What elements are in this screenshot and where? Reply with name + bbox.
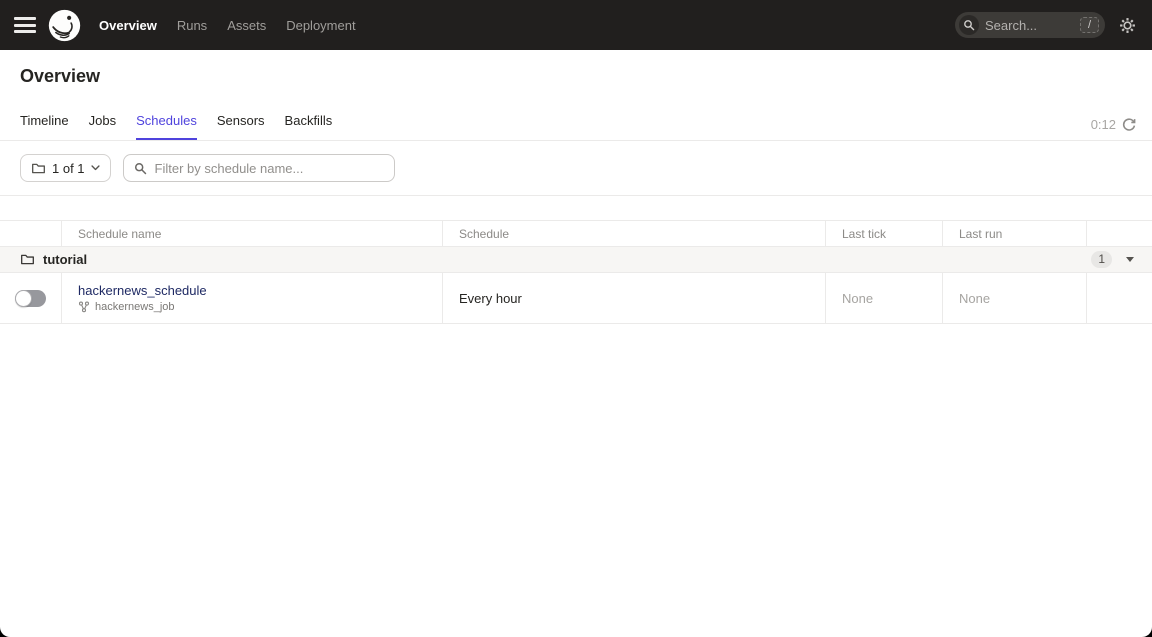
page-title: Overview bbox=[20, 66, 1152, 86]
chevron-down-icon bbox=[91, 165, 100, 171]
group-count-badge: 1 bbox=[1091, 251, 1112, 268]
refresh-countdown: 0:12 bbox=[1091, 117, 1116, 132]
last-run-cell: None bbox=[943, 273, 1087, 323]
nav-item-assets[interactable]: Assets bbox=[227, 18, 266, 33]
tab-timeline[interactable]: Timeline bbox=[20, 107, 69, 140]
code-location-selector[interactable]: 1 of 1 bbox=[20, 154, 111, 182]
primary-nav: Overview Runs Assets Deployment bbox=[99, 18, 356, 33]
settings-button[interactable] bbox=[1119, 17, 1136, 34]
auto-refresh-control: 0:12 bbox=[1091, 117, 1136, 140]
job-icon bbox=[78, 301, 90, 313]
search-shortcut-key: / bbox=[1080, 17, 1099, 33]
toggle-knob bbox=[15, 290, 32, 307]
group-name: tutorial bbox=[43, 252, 87, 267]
last-run-value: None bbox=[959, 291, 990, 306]
search-icon bbox=[959, 15, 979, 35]
schedule-filter bbox=[123, 154, 395, 182]
nav-item-overview[interactable]: Overview bbox=[99, 18, 157, 33]
tab-backfills[interactable]: Backfills bbox=[285, 107, 333, 140]
top-nav: Overview Runs Assets Deployment / bbox=[0, 0, 1152, 50]
schedule-filter-input[interactable] bbox=[153, 160, 384, 177]
schedules-table: Schedule name Schedule Last tick Last ru… bbox=[0, 220, 1152, 324]
gear-icon bbox=[1119, 17, 1136, 34]
menu-icon[interactable] bbox=[14, 17, 36, 33]
last-tick-cell: None bbox=[826, 273, 943, 323]
folder-icon bbox=[20, 252, 35, 267]
header-last-tick: Last tick bbox=[826, 221, 943, 246]
schedule-row: hackernews_schedule hackernews_job Every… bbox=[0, 273, 1152, 324]
tab-jobs[interactable]: Jobs bbox=[89, 107, 116, 140]
code-location-selector-label: 1 of 1 bbox=[52, 161, 85, 176]
header-toggle-column bbox=[0, 221, 62, 246]
nav-item-deployment[interactable]: Deployment bbox=[286, 18, 355, 33]
group-row-right: 1 bbox=[1091, 251, 1136, 268]
job-line: hackernews_job bbox=[78, 301, 175, 313]
folder-icon bbox=[31, 161, 46, 176]
group-row-tutorial[interactable]: tutorial 1 bbox=[0, 247, 1152, 273]
table-header-row: Schedule name Schedule Last tick Last ru… bbox=[0, 221, 1152, 247]
nav-right-group: / bbox=[955, 12, 1136, 38]
search-input[interactable] bbox=[979, 18, 1080, 33]
schedule-cron-value: Every hour bbox=[459, 291, 522, 306]
schedule-cron-cell: Every hour bbox=[443, 273, 826, 323]
group-collapse-button[interactable] bbox=[1124, 255, 1136, 264]
filter-toolbar: 1 of 1 bbox=[0, 141, 1152, 196]
header-actions-column bbox=[1087, 221, 1152, 246]
dagster-logo-icon[interactable] bbox=[48, 9, 81, 42]
last-tick-value: None bbox=[842, 291, 873, 306]
toggle-cell bbox=[0, 273, 62, 323]
schedule-name-cell: hackernews_schedule hackernews_job bbox=[62, 273, 443, 323]
header-last-run: Last run bbox=[943, 221, 1087, 246]
job-name-link[interactable]: hackernews_job bbox=[95, 301, 175, 313]
schedule-name-link[interactable]: hackernews_schedule bbox=[78, 283, 207, 298]
nav-item-runs[interactable]: Runs bbox=[177, 18, 207, 33]
global-search[interactable]: / bbox=[955, 12, 1105, 38]
tab-sensors[interactable]: Sensors bbox=[217, 107, 265, 140]
refresh-icon[interactable] bbox=[1122, 118, 1136, 132]
schedule-enabled-toggle[interactable] bbox=[15, 290, 46, 307]
header-schedule-name: Schedule name bbox=[62, 221, 443, 246]
caret-down-icon bbox=[1126, 257, 1134, 262]
header-schedule: Schedule bbox=[443, 221, 826, 246]
dagster-app-window: Overview Runs Assets Deployment / bbox=[0, 0, 1152, 637]
search-icon bbox=[134, 162, 147, 175]
spacer bbox=[0, 196, 1152, 220]
actions-cell bbox=[1087, 273, 1152, 323]
tab-schedules[interactable]: Schedules bbox=[136, 107, 197, 140]
tab-bar: Timeline Jobs Schedules Sensors Backfill… bbox=[0, 107, 1152, 141]
